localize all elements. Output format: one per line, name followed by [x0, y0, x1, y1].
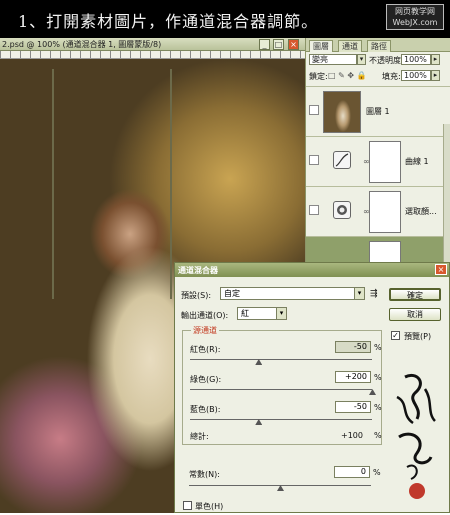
blue-channel-label: 藍色(B):	[190, 405, 221, 414]
preview-checkbox[interactable]: ✓	[391, 331, 400, 340]
chevron-right-icon[interactable]: ▸	[431, 54, 440, 65]
constant-input[interactable]: 0	[334, 466, 370, 478]
layers-panel: 圖層 通道 路徑 變亮 ▾ 不透明度: 100% ▸ 鎖定: □ ✎ ✥ 🔒 填…	[305, 38, 450, 270]
blend-row: 變亮 ▾ 不透明度: 100% ▸	[306, 54, 450, 67]
lock-icons[interactable]: □ ✎ ✥ 🔒	[328, 71, 367, 80]
monochrome-label: 單色(H)	[195, 502, 224, 511]
signature-brush-strokes	[396, 374, 436, 499]
layer-thumbnail	[323, 91, 361, 133]
percent-label: %	[373, 468, 381, 477]
site-watermark: 网页教学网 WebJX.com	[386, 4, 444, 30]
layer-row-photo[interactable]: 圖層 1	[306, 86, 450, 136]
output-channel-value: 紅	[241, 309, 249, 318]
minimize-button[interactable]: _	[259, 39, 270, 50]
percent-label: %	[374, 373, 382, 382]
red-slider-track[interactable]	[190, 359, 372, 360]
preview-label: 預覽(P)	[404, 332, 432, 341]
red-channel-label: 紅色(R):	[190, 345, 221, 354]
opacity-input[interactable]: 100%	[401, 54, 431, 65]
panel-tabs: 圖層 通道 路徑	[306, 38, 450, 52]
tab-paths[interactable]: 路徑	[367, 40, 391, 52]
close-button[interactable]: ×	[288, 39, 299, 50]
layer-mask-thumbnail[interactable]	[369, 191, 401, 233]
fill-input[interactable]: 100%	[401, 70, 431, 81]
dialog-title: 通道混合器	[178, 266, 218, 275]
maximize-button[interactable]: □	[273, 39, 284, 50]
layer-name: 曲線 1	[405, 157, 429, 166]
document-title: 2.psd @ 100% (通道混合器 1, 圖層蒙版/8)	[2, 40, 162, 49]
layer-name: 選取顏...	[405, 207, 437, 216]
dialog-titlebar[interactable]: 通道混合器 ×	[175, 263, 449, 277]
layer-row-curves[interactable]: ∞ 曲線 1	[306, 136, 450, 186]
opacity-label: 不透明度:	[369, 56, 404, 65]
blend-mode-select[interactable]: 變亮	[309, 54, 357, 65]
swing-rope-left	[52, 69, 54, 299]
ok-button[interactable]: 確定	[389, 288, 441, 301]
watermark-line-1: 网页教学网	[395, 7, 435, 16]
preset-select[interactable]: 自定 ▾	[220, 287, 365, 300]
close-icon[interactable]: ×	[435, 264, 447, 275]
cancel-button[interactable]: 取消	[389, 308, 441, 321]
output-channel-select[interactable]: 紅 ▾	[237, 307, 287, 320]
green-channel-input[interactable]: +200	[335, 371, 371, 383]
tutorial-banner: 1、打開素材圖片，作通道混合器調節。 网页教学网 WebJX.com	[0, 0, 450, 38]
layer-mask-thumbnail[interactable]	[369, 141, 401, 183]
source-channels-title: 源通道	[191, 325, 219, 336]
chevron-down-icon: ▾	[276, 308, 286, 319]
green-slider-track[interactable]	[190, 389, 372, 390]
tab-layers[interactable]: 圖層	[309, 40, 333, 52]
red-channel-input[interactable]: -50	[335, 341, 371, 353]
chevron-down-icon: ▾	[354, 288, 364, 299]
chevron-down-icon[interactable]: ▾	[357, 54, 366, 65]
tab-channels[interactable]: 通道	[338, 40, 362, 52]
total-label: 總計:	[190, 432, 209, 441]
percent-label: %	[374, 403, 382, 412]
monochrome-checkbox[interactable]	[183, 501, 192, 510]
swing-rope-right	[170, 69, 172, 299]
chevron-right-icon[interactable]: ▸	[431, 70, 440, 81]
lock-label: 鎖定:	[309, 72, 328, 81]
visibility-toggle[interactable]	[309, 105, 319, 115]
constant-slider-track[interactable]	[189, 485, 371, 486]
green-channel-label: 綠色(G):	[190, 375, 222, 384]
blue-channel-input[interactable]: -50	[335, 401, 371, 413]
layers-scrollbar[interactable]	[443, 124, 450, 270]
source-channels-group: 源通道 紅色(R): -50 % 綠色(G): +200 % 藍色(B): -5…	[182, 325, 382, 445]
selective-color-icon	[333, 201, 351, 219]
percent-label: %	[374, 343, 382, 352]
watermark-line-2: WebJX.com	[392, 18, 438, 27]
preset-options-icon[interactable]: ⇶	[370, 289, 378, 299]
seal-stamp	[409, 483, 425, 499]
document-titlebar[interactable]: 2.psd @ 100% (通道混合器 1, 圖層蒙版/8) _ □ ×	[0, 38, 305, 51]
layer-row-selective-color[interactable]: ∞ 選取顏...	[306, 186, 450, 236]
percent-label: %	[374, 431, 382, 440]
output-channel-label: 輸出通道(O):	[181, 311, 229, 320]
blue-slider-track[interactable]	[190, 419, 372, 420]
horizontal-ruler	[0, 51, 305, 59]
visibility-toggle[interactable]	[309, 205, 319, 215]
visibility-toggle[interactable]	[309, 155, 319, 165]
tutorial-step-title: 1、打開素材圖片，作通道混合器調節。	[18, 12, 319, 31]
layer-name: 圖層 1	[366, 107, 390, 116]
preset-value: 自定	[224, 289, 240, 298]
calligraphy-signature	[387, 367, 450, 513]
constant-label: 常數(N):	[189, 470, 220, 479]
total-value: +100	[341, 431, 363, 440]
lock-row: 鎖定: □ ✎ ✥ 🔒 填充: 100% ▸	[306, 70, 450, 83]
fill-label: 填充:	[382, 72, 401, 81]
curves-icon	[333, 151, 351, 169]
preset-label: 預設(S):	[181, 291, 212, 300]
